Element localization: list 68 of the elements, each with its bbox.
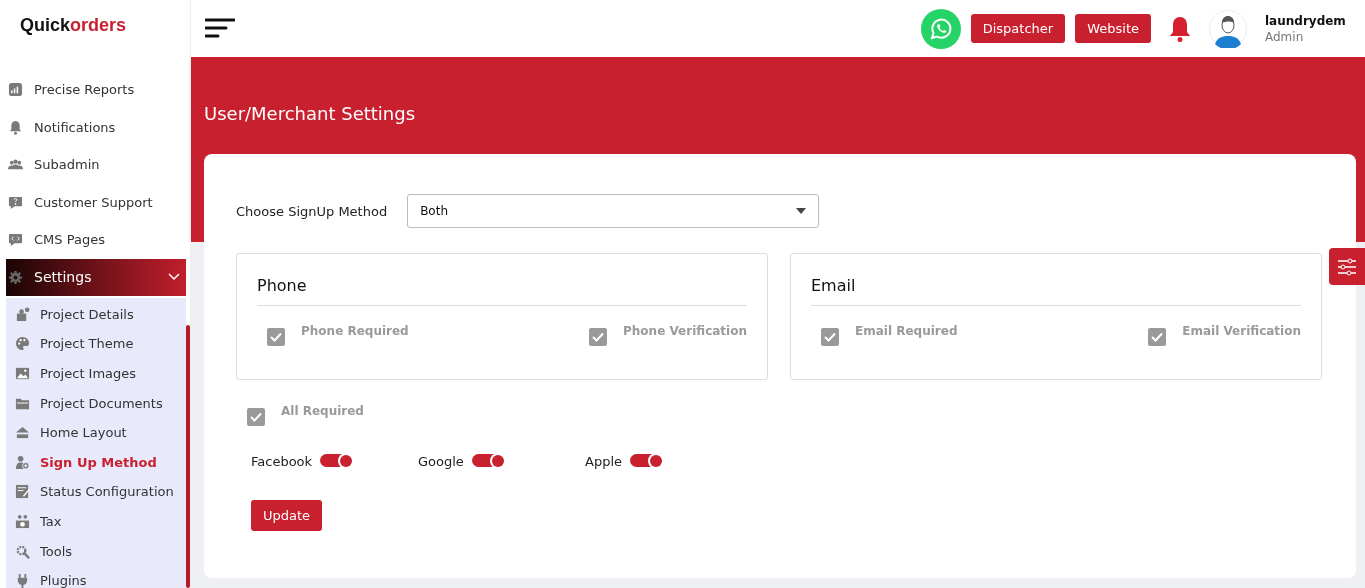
menu-icon[interactable]: [205, 16, 235, 41]
sidebar-item[interactable]: Precise Reports: [0, 71, 190, 109]
menu-item-icon: [15, 513, 30, 529]
user-role: Admin: [1265, 29, 1305, 44]
checkbox[interactable]: [267, 328, 285, 346]
menu-item-icon: [15, 573, 30, 588]
checkbox[interactable]: [247, 408, 265, 426]
menu-item-icon: [8, 82, 23, 98]
checkbox[interactable]: [589, 328, 607, 346]
header-button[interactable]: Dispatcher: [970, 14, 1066, 43]
sidebar-subitem[interactable]: Tax: [6, 506, 186, 537]
sidebar-subitem[interactable]: Project Documents: [6, 388, 186, 418]
sidebar-subitem[interactable]: Tools: [6, 536, 186, 566]
checkbox-label: All Required: [281, 404, 364, 420]
gear-icon: [8, 269, 23, 285]
menu-item-icon: [15, 336, 30, 352]
avatar-icon[interactable]: [1209, 9, 1247, 48]
page-title: User/Merchant Settings: [204, 103, 416, 124]
update-button[interactable]: Update: [251, 500, 323, 531]
checkbox[interactable]: [821, 328, 839, 346]
sliders-icon: [1337, 257, 1357, 276]
header-button[interactable]: Website: [1075, 14, 1151, 43]
toggle-label: Apple: [585, 453, 622, 469]
menu-item-icon: [15, 543, 30, 559]
checkmark-icon: [592, 332, 604, 342]
sidebar-item[interactable]: Settings: [6, 258, 186, 296]
user-name: laundrydem: [1265, 13, 1345, 28]
checkmark-icon: [1151, 332, 1164, 342]
checkbox-label: Phone Verification: [623, 324, 747, 338]
panel-title: Email: [811, 254, 856, 306]
sidebar-subitem[interactable]: Home Layout: [6, 417, 186, 448]
menu-item-icon: [15, 484, 30, 500]
panel-title: Phone: [257, 254, 307, 306]
checkbox-label: Email Required: [855, 324, 958, 338]
checkbox[interactable]: [1148, 328, 1167, 346]
menu-item-icon: [8, 119, 23, 135]
field-label: Choose SignUp Method: [236, 203, 388, 219]
settings-panel-button[interactable]: [1329, 248, 1365, 285]
menu-item-icon: [15, 306, 30, 322]
sidebar-subitem[interactable]: Project Details: [6, 299, 186, 330]
checkbox-label: Email Verification: [1182, 324, 1301, 338]
scrollbar[interactable]: [186, 325, 190, 588]
sidebar-item[interactable]: Notifications: [0, 108, 190, 146]
menu-item-icon: [15, 425, 30, 441]
checkmark-icon: [824, 332, 836, 342]
checkbox-label: Phone Required: [301, 324, 409, 338]
sidebar-subitem[interactable]: Status Configuration: [6, 477, 186, 507]
sidebar-item[interactable]: CMS Pages: [0, 221, 190, 259]
toggle-label: Facebook: [251, 453, 313, 469]
logo: Quickorders: [20, 15, 127, 37]
signup-method-dropdown[interactable]: Both: [407, 194, 820, 228]
menu-item-icon: [15, 366, 30, 381]
notification-icon[interactable]: [1167, 14, 1193, 43]
menu-item-icon: [15, 454, 30, 470]
sidebar-item[interactable]: Subadmin: [0, 146, 190, 184]
sidebar-subitem[interactable]: Sign Up Method: [6, 447, 186, 478]
caret-icon: [796, 208, 807, 214]
sidebar-item[interactable]: Customer Support: [0, 183, 190, 221]
menu-item-icon: [8, 194, 23, 210]
sidebar-subitem[interactable]: Project Theme: [6, 329, 186, 359]
menu-item-icon: [8, 232, 23, 248]
checkmark-icon: [270, 332, 282, 342]
sidebar-subitem[interactable]: Project Images: [6, 358, 186, 389]
checkmark-icon: [250, 412, 262, 422]
chevron-icon: [168, 273, 180, 281]
toggle-label: Google: [418, 453, 464, 469]
chat-icon[interactable]: [920, 8, 961, 49]
sidebar-subitem[interactable]: Plugins: [6, 565, 186, 588]
